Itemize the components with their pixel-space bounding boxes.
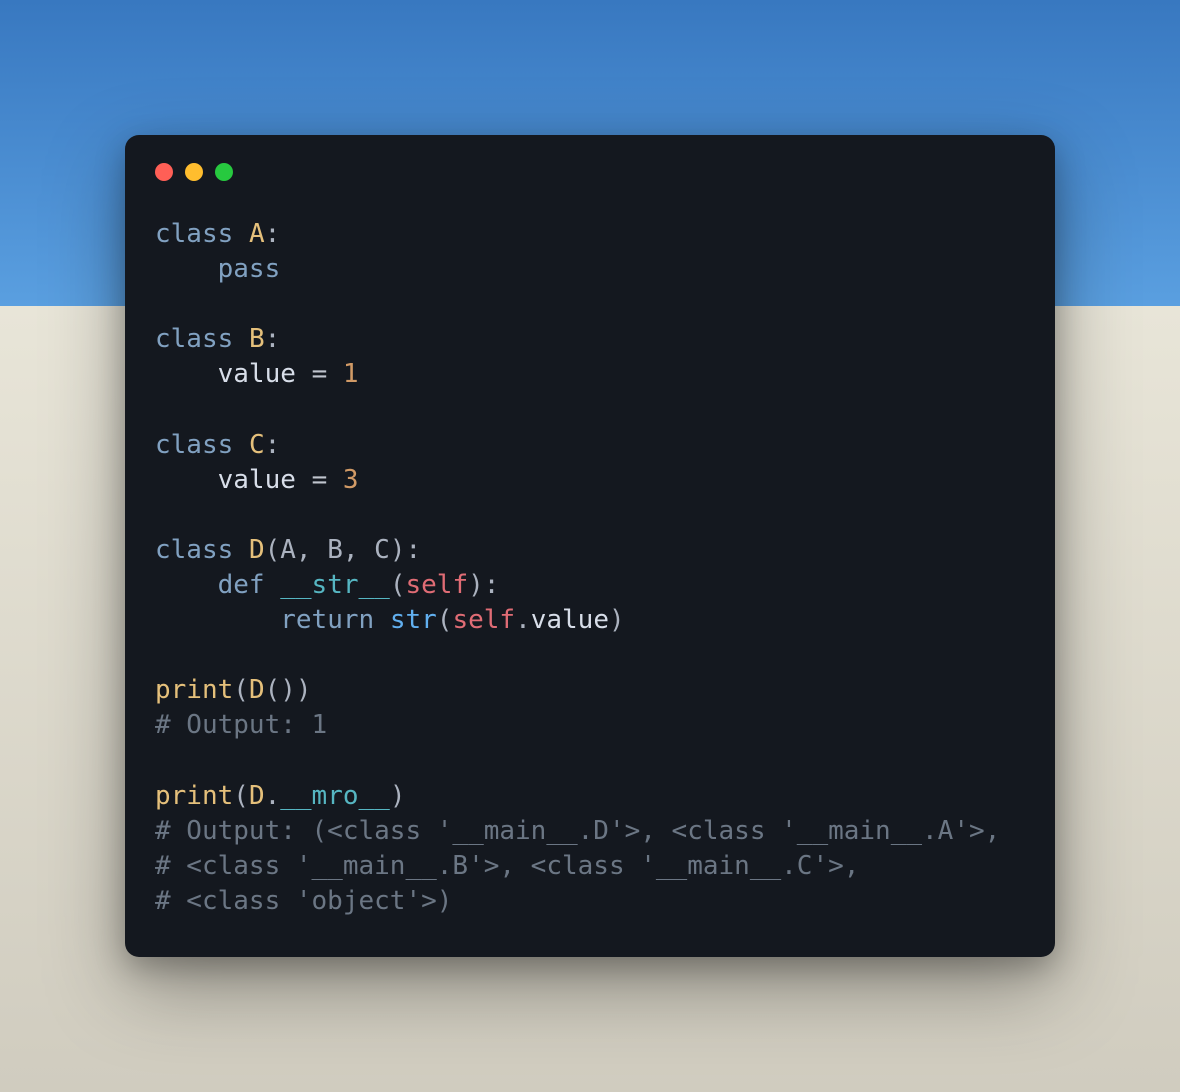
comment-output-2c: # <class 'object'>) — [155, 886, 452, 916]
keyword-class: class — [155, 324, 233, 354]
class-name-b: B — [249, 324, 265, 354]
builtin-print: print — [155, 675, 233, 705]
paren-open: ( — [233, 675, 249, 705]
class-d-call: D — [249, 675, 265, 705]
dot: . — [515, 605, 531, 635]
builtin-print: print — [155, 781, 233, 811]
paren-close: ) — [390, 781, 406, 811]
identifier-value: value — [218, 359, 296, 389]
colon: : — [265, 430, 281, 460]
colon: : — [405, 535, 421, 565]
bases-list: (A, B, C) — [265, 535, 406, 565]
keyword-pass: pass — [218, 254, 281, 284]
keyword-class: class — [155, 535, 233, 565]
close-icon[interactable] — [155, 163, 173, 181]
class-d-ref: D — [249, 781, 265, 811]
paren-close: ) — [609, 605, 625, 635]
self-param: self — [405, 570, 468, 600]
maximize-icon[interactable] — [215, 163, 233, 181]
method-str: __str__ — [280, 570, 390, 600]
number-literal: 1 — [343, 359, 359, 389]
dot: . — [265, 781, 281, 811]
call-parens: ()) — [265, 675, 312, 705]
paren-open: ( — [390, 570, 406, 600]
code-window: class A: pass class B: value = 1 class C… — [125, 135, 1055, 957]
keyword-return: return — [280, 605, 374, 635]
builtin-str: str — [390, 605, 437, 635]
code-block: class A: pass class B: value = 1 class C… — [155, 217, 1025, 919]
attr-mro: __mro__ — [280, 781, 390, 811]
self-ref: self — [452, 605, 515, 635]
identifier-value: value — [218, 465, 296, 495]
operator-equals: = — [312, 465, 328, 495]
class-name-a: A — [249, 219, 265, 249]
keyword-class: class — [155, 219, 233, 249]
comment-output-2b: # <class '__main__.B'>, <class '__main__… — [155, 851, 859, 881]
class-name-c: C — [249, 430, 265, 460]
paren-open: ( — [233, 781, 249, 811]
number-literal: 3 — [343, 465, 359, 495]
paren-close-colon: ): — [468, 570, 499, 600]
comment-output-1: # Output: 1 — [155, 710, 327, 740]
colon: : — [265, 219, 281, 249]
colon: : — [265, 324, 281, 354]
attr-value: value — [531, 605, 609, 635]
keyword-class: class — [155, 430, 233, 460]
paren-open: ( — [437, 605, 453, 635]
comment-output-2a: # Output: (<class '__main__.D'>, <class … — [155, 816, 1000, 846]
class-name-d: D — [249, 535, 265, 565]
window-titlebar — [155, 163, 1025, 181]
operator-equals: = — [312, 359, 328, 389]
keyword-def: def — [218, 570, 265, 600]
minimize-icon[interactable] — [185, 163, 203, 181]
